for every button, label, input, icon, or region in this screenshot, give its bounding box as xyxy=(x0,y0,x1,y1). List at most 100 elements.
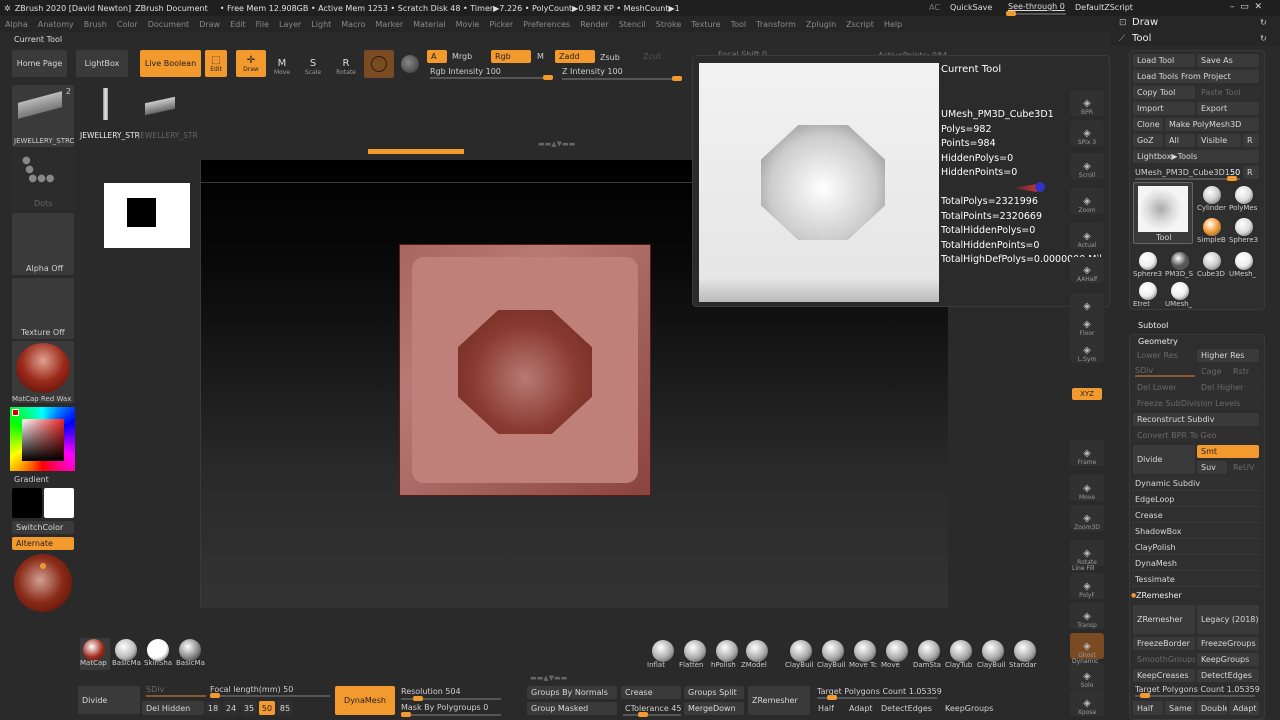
menu-item-picker[interactable]: Picker xyxy=(489,20,513,29)
zadd-toggle[interactable]: Zadd xyxy=(555,50,595,63)
menu-item-marker[interactable]: Marker xyxy=(376,20,404,29)
menu-item-alpha[interactable]: Alpha xyxy=(5,20,28,29)
menu-item-layer[interactable]: Layer xyxy=(279,20,301,29)
shelf-spix-3[interactable]: ◈ SPix 3 xyxy=(1070,120,1104,146)
see-through-slider[interactable]: See-through 0 xyxy=(1008,2,1065,11)
detect-edges-toggle[interactable]: DetectEdges xyxy=(1197,669,1259,682)
double-button[interactable]: Double xyxy=(1197,701,1227,715)
detect-edges-bottom-button[interactable]: DetectEdges xyxy=(881,704,932,713)
groups-by-normals-button[interactable]: Groups By Normals xyxy=(527,686,617,699)
tool-thumb-umesh-[interactable]: UMesh_ xyxy=(1165,280,1195,310)
reconstruct-subdiv-button[interactable]: Reconstruct Subdiv xyxy=(1133,413,1259,426)
mesh-viewport-object[interactable] xyxy=(399,244,651,496)
draw-button[interactable]: ✛ Draw xyxy=(236,50,266,77)
brush-claytub[interactable]: ClayTub xyxy=(945,640,977,672)
brush-inflat[interactable]: Inflat xyxy=(647,640,679,672)
rgb-intensity-slider[interactable]: Rgb Intensity 100 xyxy=(430,67,501,76)
shelf-ghost[interactable]: ◈ Ghost xyxy=(1070,633,1104,659)
material-skinsha[interactable]: SkinSha xyxy=(144,638,174,670)
rgb-intensity-track[interactable] xyxy=(430,75,553,80)
focal-option-85[interactable]: 85 xyxy=(277,701,293,715)
convert-bpr-button[interactable]: Convert BPR To Geo xyxy=(1133,429,1259,442)
half-button[interactable]: Half xyxy=(1133,701,1163,715)
mask-polygroups-track[interactable] xyxy=(401,712,501,717)
shelf-scroll[interactable]: ◈ Scroll xyxy=(1070,153,1104,179)
tool-thumb-sphere3[interactable]: Sphere3 xyxy=(1229,216,1259,246)
del-lower-button[interactable]: Del Lower xyxy=(1133,381,1195,394)
menu-item-preferences[interactable]: Preferences xyxy=(523,20,570,29)
half-bottom-button[interactable]: Half xyxy=(818,704,834,713)
rgb-toggle[interactable]: Rgb xyxy=(491,50,531,63)
switch-color-button[interactable]: SwitchColor xyxy=(12,521,74,534)
tool-thumb-sphere3[interactable]: Sphere3 xyxy=(1133,250,1163,280)
tool-thumbnail[interactable]: 2 JEWELLERY_STRC xyxy=(12,85,74,147)
paste-tool-button[interactable]: Paste Tool xyxy=(1197,86,1259,99)
secondary-color-swatch[interactable] xyxy=(44,488,74,518)
brush-flatten[interactable]: Flatten xyxy=(679,640,711,672)
geometry-section-dynamesh[interactable]: DynaMesh xyxy=(1131,557,1261,571)
divide-button[interactable]: Divide xyxy=(1133,445,1195,474)
shelf-frame[interactable]: ◈ Frame xyxy=(1070,440,1104,466)
subtool-header[interactable]: Subtool xyxy=(1138,321,1168,330)
rstr-button[interactable]: Rstr xyxy=(1229,365,1259,378)
lower-res-button[interactable]: Lower Res xyxy=(1133,349,1195,362)
sdiv-bottom-slider[interactable]: SDiv xyxy=(146,685,164,694)
menu-item-draw[interactable]: Draw xyxy=(199,20,220,29)
same-button[interactable]: Same xyxy=(1165,701,1195,715)
shelf-zoom[interactable]: ◈ Zoom xyxy=(1070,188,1104,214)
menu-item-stroke[interactable]: Stroke xyxy=(656,20,682,29)
gradient-toggle[interactable]: Gradient xyxy=(14,475,49,484)
brush-hpolish[interactable]: hPolish xyxy=(711,640,743,672)
ac-label[interactable]: AC xyxy=(929,3,940,12)
z-intensity-slider[interactable]: Z Intensity 100 xyxy=(562,67,623,76)
crease-bottom-button[interactable]: Crease xyxy=(621,686,681,699)
primary-color-swatch[interactable] xyxy=(12,488,42,518)
freeze-subdiv-button[interactable]: Freeze SubDivision Levels xyxy=(1133,397,1259,410)
zsub-toggle[interactable]: Zsub xyxy=(600,53,620,62)
shelf-actual[interactable]: ◈ Actual xyxy=(1070,223,1104,249)
brush-claybuil[interactable]: ClayBuil xyxy=(785,640,817,672)
focal-length-slider[interactable]: Focal length(mm) 50 xyxy=(210,685,293,694)
menu-item-stencil[interactable]: Stencil xyxy=(619,20,646,29)
edit-button[interactable]: ⬚ Edit xyxy=(205,50,227,77)
canvas-scroll-indicator[interactable] xyxy=(368,149,464,154)
cage-button[interactable]: Cage xyxy=(1197,365,1227,378)
smt-toggle[interactable]: Smt xyxy=(1197,445,1259,458)
menu-item-macro[interactable]: Macro xyxy=(341,20,365,29)
menu-item-zplugin[interactable]: Zplugin xyxy=(806,20,836,29)
geometry-section-edgeloop[interactable]: EdgeLoop xyxy=(1131,493,1261,507)
goz-visible-button[interactable]: Visible xyxy=(1197,134,1241,147)
zremesher-bottom-button[interactable]: ZRemesher xyxy=(748,686,810,715)
shelf-xpose[interactable]: ◈ Xpose xyxy=(1070,690,1104,716)
shelf-transp[interactable]: ◈ Transp xyxy=(1070,603,1104,629)
sdiv-bottom-track[interactable] xyxy=(146,695,206,697)
thumb-1-label[interactable]: JEWELLERY_STR xyxy=(80,131,140,140)
light-position-dot[interactable] xyxy=(40,563,46,569)
dynamesh-button[interactable]: DynaMesh xyxy=(335,686,395,715)
menu-item-color[interactable]: Color xyxy=(117,20,138,29)
menu-item-zscript[interactable]: Zscript xyxy=(846,20,874,29)
clone-button[interactable]: Clone xyxy=(1133,118,1163,131)
geometry-section-shadowbox[interactable]: ShadowBox xyxy=(1131,525,1261,539)
menu-item-document[interactable]: Document xyxy=(148,20,189,29)
thumb-2-shape[interactable] xyxy=(145,96,175,116)
smooth-groups-slider[interactable]: SmoothGroups xyxy=(1133,653,1195,666)
shelf-rotate[interactable]: ◈ Rotate xyxy=(1070,540,1104,566)
menu-item-tool[interactable]: Tool xyxy=(731,20,747,29)
draw-palette-pin-icon[interactable]: ↻ xyxy=(1260,18,1267,27)
material-sphere-button[interactable] xyxy=(364,50,394,78)
brush-claybuil[interactable]: ClayBuil xyxy=(977,640,1009,672)
groups-split-button[interactable]: Groups Split xyxy=(684,686,744,699)
menu-item-help[interactable]: Help xyxy=(884,20,902,29)
thumb-1-shape[interactable] xyxy=(103,88,108,120)
menu-item-anatomy[interactable]: Anatomy xyxy=(38,20,74,29)
target-polygons-bottom-track[interactable] xyxy=(817,695,937,700)
menu-item-render[interactable]: Render xyxy=(580,20,608,29)
xyz-toggle[interactable]: XYZ xyxy=(1072,388,1102,400)
make-polymesh-button[interactable]: Make PolyMesh3D xyxy=(1165,118,1259,131)
thumb-2-label[interactable]: JEWELLERY_STR xyxy=(138,131,198,140)
draw-palette-title[interactable]: Draw xyxy=(1132,17,1158,28)
brush-move[interactable]: Move xyxy=(881,640,913,672)
material-preview-sphere[interactable] xyxy=(14,554,72,612)
material-matcap[interactable]: MatCap xyxy=(80,638,110,670)
